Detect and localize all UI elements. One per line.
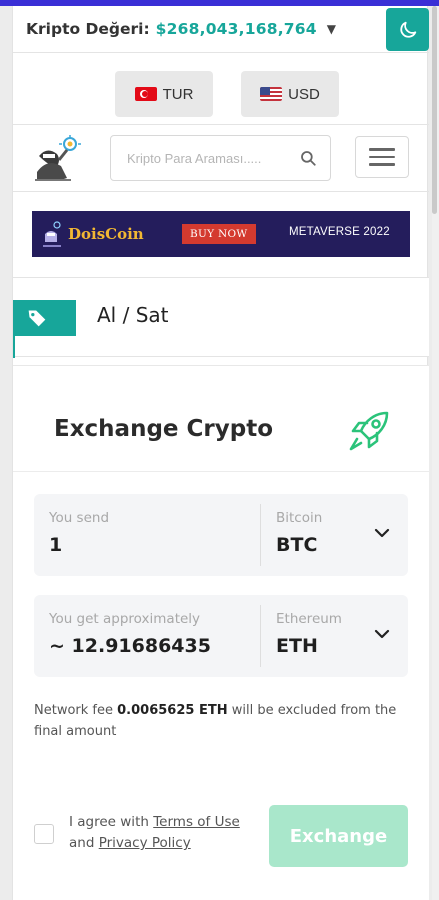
send-amount-input[interactable] [49, 534, 249, 556]
banner-buy-button[interactable]: BUY NOW [182, 224, 256, 244]
fee-value: 0.0065625 ETH [117, 703, 228, 718]
section-tag [13, 300, 76, 336]
send-ticker: BTC [276, 534, 318, 556]
agree-and: and [69, 835, 99, 851]
terms-of-use-link[interactable]: Terms of Use [153, 814, 240, 830]
exchange-button[interactable]: Exchange [269, 805, 408, 867]
market-cap-label: Kripto Değeri: [26, 20, 150, 38]
menu-bar [369, 155, 395, 159]
ad-banner[interactable]: DoisCoin BUY NOW METAVERSE 2022 [32, 211, 410, 257]
divider [13, 191, 429, 192]
tag-icon [28, 310, 46, 327]
divider [13, 124, 429, 125]
divider [13, 52, 429, 53]
language-label: TUR [162, 85, 194, 103]
section-title: Al / Sat [97, 303, 169, 327]
receive-currency-selector[interactable]: Ethereum ETH [276, 611, 342, 657]
banner-mascot-icon [43, 221, 61, 247]
banner-brand: DoisCoin [68, 225, 144, 243]
receive-ticker: ETH [276, 635, 318, 657]
receive-amount: ~ 12.91686435 [49, 635, 211, 657]
market-cap-selector[interactable]: Kripto Değeri: $268,043,168,764 ▼ [13, 6, 375, 52]
scrollbar-thumb[interactable] [432, 6, 437, 214]
banner-logo: DoisCoin [42, 220, 144, 248]
receive-coin-name: Ethereum [276, 611, 342, 627]
banner-tagline: METAVERSE 2022 [289, 226, 390, 238]
fee-prefix: Network fee [34, 703, 118, 718]
search-input[interactable] [127, 150, 293, 166]
search-box[interactable] [110, 135, 331, 181]
receive-caption: You get approximately [49, 611, 201, 627]
currency-button[interactable]: USD [241, 71, 339, 117]
menu-bar [369, 163, 395, 166]
send-currency-selector[interactable]: Bitcoin BTC [276, 510, 322, 556]
chevron-down-icon[interactable] [374, 527, 390, 539]
turkey-flag-icon [134, 87, 157, 101]
section-header: Al / Sat [13, 277, 429, 358]
agree-prefix: I agree with [69, 814, 154, 830]
field-divider [260, 605, 261, 667]
terms-agreement: I agree with Terms of Use and Privacy Po… [34, 812, 240, 854]
receive-amount-group: You get approximately ~ 12.91686435 [49, 611, 211, 657]
privacy-policy-link[interactable]: Privacy Policy [99, 835, 191, 851]
us-flag-icon [260, 87, 283, 101]
theme-toggle-button[interactable] [386, 8, 429, 51]
hamburger-menu-icon[interactable] [355, 136, 409, 178]
exchange-title: Exchange Crypto [54, 416, 273, 442]
currency-label: USD [288, 85, 320, 103]
send-amount-group: You send [49, 510, 249, 556]
caret-down-icon: ▼ [326, 22, 336, 36]
page-container: Kripto Değeri: $268,043,168,764 ▼ TUR US… [12, 6, 429, 900]
rocket-icon [349, 411, 389, 451]
section-tag-line [13, 336, 15, 358]
mascot-logo-icon[interactable] [29, 134, 83, 186]
send-coin-name: Bitcoin [276, 510, 323, 526]
send-amount[interactable] [49, 534, 249, 556]
exchange-widget: Exchange Crypto You send Bitcoin BTC [13, 365, 429, 900]
field-divider [260, 504, 261, 566]
receive-field: You get approximately ~ 12.91686435 Ethe… [34, 595, 408, 677]
language-button[interactable]: TUR [115, 71, 213, 117]
network-fee-note: Network fee 0.0065625 ETH will be exclud… [34, 700, 414, 742]
market-cap-value: $268,043,168,764 [155, 20, 317, 38]
terms-text: I agree with Terms of Use and Privacy Po… [69, 812, 240, 854]
chevron-down-icon[interactable] [374, 628, 390, 640]
moon-icon [399, 21, 416, 38]
menu-bar [369, 148, 395, 151]
terms-checkbox[interactable] [34, 824, 54, 844]
send-caption: You send [49, 510, 110, 526]
send-field: You send Bitcoin BTC [34, 494, 408, 576]
search-icon[interactable] [299, 149, 317, 167]
divider [13, 471, 429, 472]
